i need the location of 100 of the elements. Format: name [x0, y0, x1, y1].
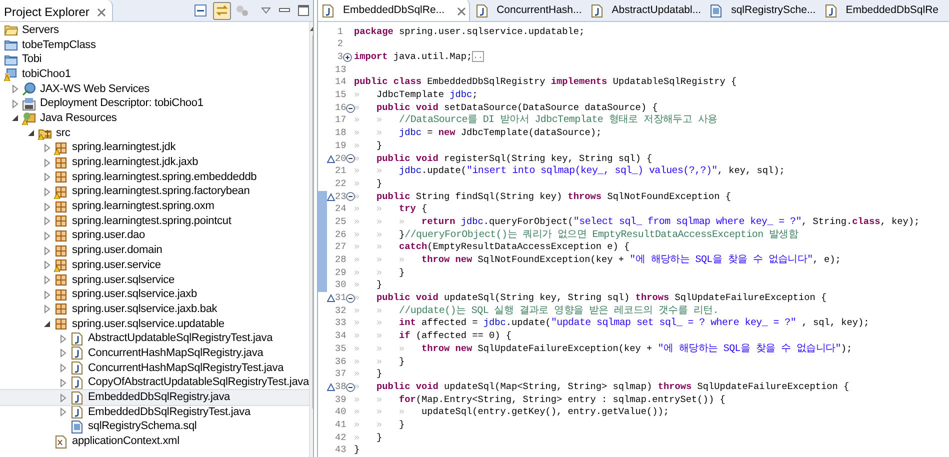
implements-marker-icon[interactable]: [327, 383, 335, 392]
expand-arrow-icon[interactable]: [10, 84, 20, 94]
tree-item[interactable]: ConcurrentHashMapSqlRegistryTest.java: [0, 360, 309, 376]
collapse-fold-icon[interactable]: [346, 154, 356, 164]
tree-item[interactable]: Java Resources: [0, 111, 309, 126]
code-line: » » }//queryForObject()는 쿼리가 없으면 EmptyResultDataAccessException 발생함: [353, 228, 798, 242]
line-number: 26: [335, 228, 346, 242]
project-explorer-tab[interactable]: Project Explorer: [0, 0, 114, 21]
code-line: package spring.user.sqlservice.updatable;: [353, 26, 585, 38]
code-line: » » » throw new SqlNotFoundException(key + "에 해당하는 SQL을 찾을 수 없습니다", e);: [353, 254, 841, 267]
line-number: 18: [335, 127, 346, 140]
line-number: 40: [335, 406, 346, 419]
tree-item[interactable]: spring.learningtest.spring.pointcut: [0, 214, 309, 229]
line-number: 33: [335, 317, 346, 330]
tree-item[interactable]: Deployment Descriptor: tobiChoo1: [0, 96, 309, 112]
collapse-arrow-icon[interactable]: [42, 319, 52, 330]
expand-arrow-icon[interactable]: [42, 142, 52, 153]
expand-arrow-icon[interactable]: [42, 186, 52, 197]
close-icon[interactable]: [456, 6, 466, 16]
line-number: 39: [335, 394, 346, 406]
tree-item[interactable]: ConcurrentHashMapSqlRegistry.java: [0, 346, 309, 361]
tree-item[interactable]: CopyOfAbstractUpdatableSqlRegistryTest.java: [0, 376, 309, 390]
link-with-editor-button[interactable]: [213, 2, 231, 20]
expand-arrow-icon[interactable]: [58, 392, 68, 403]
tree-item[interactable]: spring.user.dao: [0, 228, 309, 244]
code-line: import java.util.Map;..: [353, 51, 484, 64]
minimize-icon[interactable]: [279, 8, 290, 13]
tree-item[interactable]: spring.learningtest.jdk: [0, 140, 309, 156]
line-number: 2: [336, 38, 343, 52]
editor-tab[interactable]: sqlRegistrySche...: [706, 0, 819, 21]
tree-item[interactable]: spring.user.domain: [0, 243, 309, 258]
expand-arrow-icon[interactable]: [42, 290, 52, 300]
tree-item[interactable]: spring.learningtest.spring.oxm: [0, 199, 309, 214]
expand-arrow-icon[interactable]: [10, 98, 20, 109]
expand-arrow-icon[interactable]: [58, 407, 68, 418]
collapse-fold-icon[interactable]: [346, 104, 356, 113]
tree-item[interactable]: AbstractUpdatableSqlRegistryTest.java: [0, 331, 309, 346]
editor-tab[interactable]: ConcurrentHash...: [472, 0, 585, 21]
code-line: » » for(Map.Entry<String, String> entry : sqlmap.entrySet()) {: [353, 394, 726, 406]
editor-tab[interactable]: EmbeddedDbSqlRe...: [318, 0, 470, 21]
line-number: 22: [335, 178, 346, 191]
line-number: 36: [335, 356, 346, 368]
tree-item[interactable]: EmbeddedDbSqlRegistryTest.java: [0, 404, 309, 420]
code-line: » » int affected = jdbc.update("update sqlmap set sql_ = ? where key_ = ?" , sql, key);: [353, 317, 870, 330]
collapse-arrow-icon[interactable]: [10, 113, 20, 124]
tree-item[interactable]: tobiChoo1: [0, 67, 309, 82]
code-line: » » try {: [353, 203, 428, 216]
expand-arrow-icon[interactable]: [42, 202, 52, 212]
implements-marker-icon[interactable]: [327, 154, 335, 163]
close-icon[interactable]: [97, 8, 106, 16]
collapse-fold-icon[interactable]: [346, 294, 356, 303]
expand-arrow-icon[interactable]: [42, 216, 52, 226]
maximize-icon[interactable]: [298, 5, 309, 16]
expand-arrow-icon[interactable]: [42, 275, 52, 286]
tree-item[interactable]: spring.learningtest.jdk.jaxb: [0, 155, 309, 170]
expand-arrow-icon[interactable]: [42, 304, 52, 314]
code-line: » » jdbc.update("insert into sqlmap(key_, sql_) values(?,?)", key, sql);: [353, 165, 785, 178]
tree-item[interactable]: sqlRegistrySchema.sql: [0, 420, 309, 434]
tree-item[interactable]: EmbeddedDbSqlRegistry.java: [0, 390, 309, 405]
tree-item[interactable]: applicationContext.xml: [0, 434, 309, 449]
expand-fold-icon[interactable]: [343, 52, 352, 62]
implements-marker-icon[interactable]: [327, 294, 335, 302]
expand-arrow-icon[interactable]: [58, 363, 68, 374]
tree-item[interactable]: src: [0, 126, 309, 140]
tree-item[interactable]: spring.user.service: [0, 258, 309, 273]
code-line: » » }: [353, 266, 405, 280]
tree-item[interactable]: spring.learningtest.spring.factorybean: [0, 184, 309, 200]
expand-arrow-icon[interactable]: [58, 378, 68, 388]
expand-arrow-icon[interactable]: [42, 230, 52, 241]
tree-item[interactable]: JAX-WS Web Services: [0, 82, 309, 96]
editor-tab[interactable]: EmbeddedDbSqlRe: [820, 0, 942, 21]
code-line: » }: [353, 178, 382, 191]
collapse-arrow-icon[interactable]: [26, 128, 36, 138]
collapse-fold-icon[interactable]: [346, 192, 356, 202]
expand-arrow-icon[interactable]: [58, 334, 68, 344]
tree-item[interactable]: spring.user.sqlservice.jaxb.bak: [0, 302, 309, 317]
code-line: » }: [353, 279, 382, 292]
tree-item[interactable]: spring.user.sqlservice.jaxb: [0, 287, 309, 302]
tree-item[interactable]: Servers: [0, 23, 309, 38]
tree-item[interactable]: spring.learningtest.spring.embeddeddb: [0, 170, 309, 185]
line-number: 20: [335, 152, 346, 166]
view-menu-icon[interactable]: [261, 7, 271, 14]
implements-marker-icon[interactable]: [327, 192, 335, 201]
code-line: » » }: [353, 418, 405, 432]
expand-arrow-icon[interactable]: [58, 348, 68, 358]
collapse-fold-icon[interactable]: [346, 382, 356, 392]
line-number: 15: [335, 89, 346, 102]
tree-item[interactable]: spring.user.sqlservice.updatable: [0, 316, 309, 332]
editor-tab[interactable]: AbstractUpdatabl...: [586, 0, 704, 21]
line-number: 37: [335, 368, 346, 381]
code-line: » JdbcTemplate jdbc;: [353, 89, 478, 102]
expand-arrow-icon[interactable]: [42, 158, 52, 168]
expand-arrow-icon[interactable]: [42, 172, 52, 182]
expand-arrow-icon[interactable]: [42, 246, 52, 256]
code-line: » }: [353, 432, 382, 444]
code-line: » » » return jdbc.queryForObject("select sql_ from sqlmap where key_ = ?", String.class, key);: [353, 216, 920, 229]
tree-item[interactable]: tobeTempClass: [0, 38, 309, 52]
tree-item[interactable]: Tobi: [0, 52, 309, 68]
expand-arrow-icon[interactable]: [42, 260, 52, 270]
tree-item[interactable]: spring.user.sqlservice: [0, 272, 309, 288]
